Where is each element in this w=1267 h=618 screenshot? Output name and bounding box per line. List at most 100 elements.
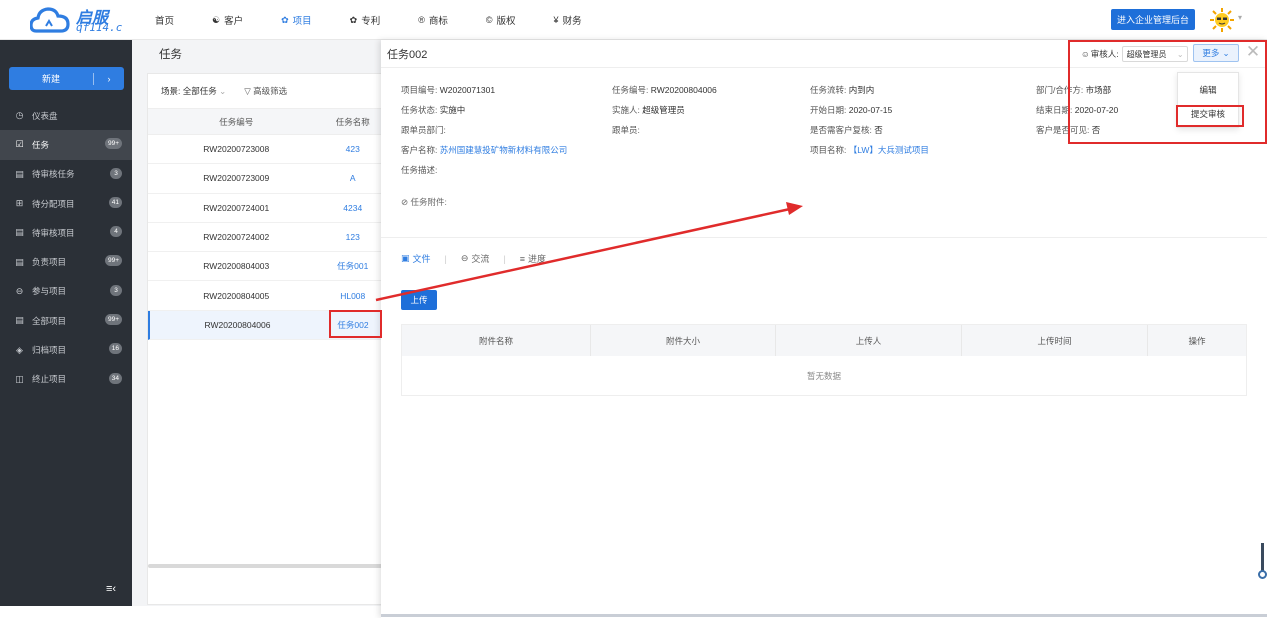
sidebar-item-pending-projects[interactable]: ▤ 待审核项目 4: [0, 218, 132, 247]
field-label: 跟单员部门:: [401, 125, 446, 135]
field-label: 开始日期:: [810, 105, 847, 115]
nav-finance[interactable]: ¥ 财务: [554, 13, 582, 27]
nav-copyright[interactable]: © 版权: [486, 13, 516, 27]
field-follow-dept: 跟单员部门:: [401, 124, 446, 136]
nav-finance-label: 财务: [562, 16, 582, 27]
field-value: 超级管理员: [642, 105, 685, 115]
tab-progress[interactable]: ≡ 进度: [520, 252, 546, 265]
table-row[interactable]: RW20200723009 A: [148, 164, 381, 194]
table-row[interactable]: RW20200724001 4234: [148, 194, 381, 223]
field-value: 否: [874, 125, 883, 135]
detail-title: 任务002: [387, 49, 428, 61]
task-name-link[interactable]: 任务001: [324, 260, 381, 272]
sidebar-item-label: 仪表盘: [32, 110, 58, 121]
sidebar-item-participate-projects[interactable]: ⊖ 参与项目 3: [0, 277, 132, 306]
tab-files[interactable]: ▣ 文件: [401, 252, 431, 265]
copyright-icon: ©: [485, 15, 493, 25]
field-label: 任务编号:: [612, 85, 649, 95]
table-row[interactable]: RW20200804005 HL008: [148, 281, 381, 311]
upload-button[interactable]: 上传: [401, 290, 437, 310]
attachments-table: 附件名称 附件大小 上传人 上传时间 操作 暂无数据: [401, 324, 1247, 396]
sidebar-item-dashboard[interactable]: ◷ 仪表盘: [0, 101, 132, 130]
advanced-filter-button[interactable]: ▽ 高级筛选: [244, 85, 287, 97]
sidebar-item-label: 待审核项目: [32, 227, 75, 238]
paperclip-icon: ⊘: [401, 197, 409, 207]
sidebar-item-pending-tasks[interactable]: ▤ 待审核任务 3: [0, 160, 132, 189]
customer-link[interactable]: 苏州国建慧投矿物新材料有限公司: [440, 145, 568, 155]
task-name-link[interactable]: A: [324, 173, 381, 183]
nav-patents-label: 专利: [361, 16, 381, 27]
project-icon: ✿: [281, 14, 289, 25]
sidebar-item-label: 任务: [32, 139, 50, 150]
task-name-link[interactable]: 123: [324, 232, 381, 242]
field-follower: 跟单员:: [612, 124, 640, 136]
sidebar-item-terminated-projects[interactable]: ◫ 终止项目 34: [0, 365, 132, 394]
sidebar-item-archived-projects[interactable]: ◈ 归档项目 16: [0, 335, 132, 364]
sidebar-item-label: 归档项目: [32, 345, 67, 356]
sidebar-item-label: 终止项目: [32, 374, 67, 385]
top-bar: 启服 qf114.c 首页 ☯ 客户 ✿ 项目 ✿ 专利 ® 商标 © 版权 ¥ 财务 进入…: [0, 0, 1267, 40]
task-attachments: ⊘ 任务附件:: [401, 196, 447, 208]
advanced-filter-label: 高级筛选: [253, 86, 288, 96]
sidebar-item-responsible-projects[interactable]: ▤ 负责项目 99+: [0, 247, 132, 276]
trash-icon: ◫: [15, 373, 24, 384]
table-header: 附件名称 附件大小 上传人 上传时间 操作: [402, 325, 1246, 356]
vertical-scrollbar[interactable]: [1261, 543, 1264, 573]
sidebar-item-all-projects[interactable]: ▤ 全部项目 99+: [0, 306, 132, 335]
field-value: W2020071301: [439, 85, 496, 95]
column-header-name[interactable]: 任务名称: [324, 116, 381, 128]
column-header-code[interactable]: 任务编号: [148, 116, 324, 128]
scroll-handle[interactable]: [1258, 570, 1267, 579]
sidebar-item-label: 全部项目: [32, 315, 67, 326]
nav-trademarks[interactable]: ® 商标: [418, 13, 448, 27]
tab-communication[interactable]: ⊖ 交流: [461, 252, 490, 265]
tab-label: 文件: [412, 254, 431, 264]
field-start-date: 开始日期: 2020-07-15: [810, 104, 892, 116]
field-value: 2020-07-15: [848, 105, 893, 115]
table-row[interactable]: RW20200723008 423: [148, 135, 381, 165]
field-project-name: 项目名称: 【LW】大兵测试项目: [810, 144, 929, 156]
task-code: RW20200804006: [204, 319, 271, 330]
task-name-link[interactable]: HL008: [324, 291, 381, 301]
horizontal-scrollbar[interactable]: [381, 614, 1267, 617]
field-value: 实施中: [439, 105, 466, 115]
count-badge: 34: [108, 372, 122, 384]
sidebar-item-tasks[interactable]: ☑ 任务 99+: [0, 130, 132, 160]
cloud-logo-icon: [30, 7, 70, 33]
field-label: 是否需客户复核:: [810, 125, 872, 135]
divider: [381, 237, 1267, 238]
scene-select[interactable]: 场景: 全部任务 ⌄: [161, 85, 226, 97]
project-link[interactable]: 【LW】大兵测试项目: [849, 145, 929, 155]
table-row[interactable]: RW20200804003 任务001: [148, 252, 381, 282]
task-code: RW20200804005: [203, 290, 270, 301]
chat-icon: ⊖: [460, 253, 469, 263]
admin-console-button[interactable]: 进入企业管理后台: [1111, 9, 1195, 30]
task-name-link[interactable]: 423: [324, 144, 381, 154]
task-name-link[interactable]: 4234: [324, 203, 381, 213]
field-label: 跟单员:: [612, 125, 640, 135]
pending-review-project-icon: ▤: [15, 227, 24, 238]
chevron-down-icon[interactable]: ▾: [1238, 13, 1242, 22]
archive-icon: ◈: [16, 344, 23, 355]
horizontal-scrollbar[interactable]: [148, 564, 383, 568]
nav-patents[interactable]: ✿ 专利: [350, 13, 381, 28]
chevron-down-icon: ⌄: [219, 86, 227, 96]
nav-customers[interactable]: ☯ 客户: [212, 13, 243, 28]
table-row[interactable]: RW20200724002 123: [148, 223, 381, 253]
sidebar-item-assign-projects[interactable]: ⊞ 待分配项目 41: [0, 189, 132, 218]
annotation-box-submit: [1176, 105, 1244, 127]
trademark-icon: ®: [418, 15, 425, 25]
new-button[interactable]: 新建 ›: [9, 67, 124, 90]
field-implementer: 实施人: 超级管理员: [612, 104, 685, 116]
nav-home[interactable]: 首页: [155, 13, 174, 27]
chevron-right-icon[interactable]: ›: [94, 74, 124, 84]
logo[interactable]: 启服 qf114.c: [30, 3, 140, 37]
count-badge: 4: [110, 226, 122, 238]
count-badge: 99+: [104, 314, 122, 326]
brand-domain: qf114.c: [76, 21, 123, 34]
field-value: 内到内: [848, 85, 875, 95]
collapse-menu-icon[interactable]: ≡‹: [106, 583, 116, 595]
nav-projects[interactable]: ✿ 项目: [281, 13, 312, 28]
avatar[interactable]: [1210, 8, 1234, 32]
field-label: 客户名称:: [401, 145, 438, 155]
